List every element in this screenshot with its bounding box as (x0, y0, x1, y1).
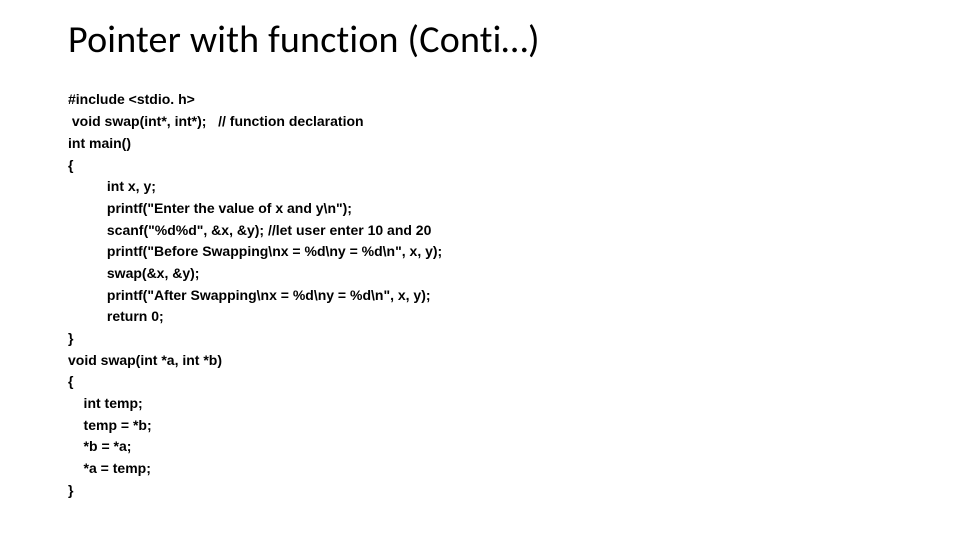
code-line: scanf("%d%d", &x, &y); //let user enter … (68, 222, 431, 238)
code-line: int main() (68, 135, 131, 151)
code-line: printf("After Swapping\nx = %d\ny = %d\n… (68, 287, 431, 303)
page-title: Pointer with function (Conti…) (68, 20, 900, 62)
code-line: void swap(int *a, int *b) (68, 352, 222, 368)
code-line: { (68, 373, 73, 389)
code-line: swap(&x, &y); (68, 265, 199, 281)
code-block: #include <stdio. h> void swap(int*, int*… (68, 68, 900, 502)
code-line: printf("Enter the value of x and y\n"); (68, 200, 352, 216)
code-line: printf("Before Swapping\nx = %d\ny = %d\… (68, 243, 442, 259)
code-line: *a = temp; (68, 460, 151, 476)
code-line: #include <stdio. h> (68, 91, 195, 107)
code-line: } (68, 330, 73, 346)
code-line: { (68, 157, 73, 173)
code-line: *b = *a; (68, 438, 131, 454)
slide: Pointer with function (Conti…) #include … (0, 0, 960, 540)
code-line: temp = *b; (68, 417, 152, 433)
code-line: return 0; (68, 308, 164, 324)
code-line: void swap(int*, int*); // function decla… (68, 113, 364, 129)
code-line: } (68, 482, 73, 498)
code-line: int x, y; (68, 178, 156, 194)
code-line: int temp; (68, 395, 143, 411)
